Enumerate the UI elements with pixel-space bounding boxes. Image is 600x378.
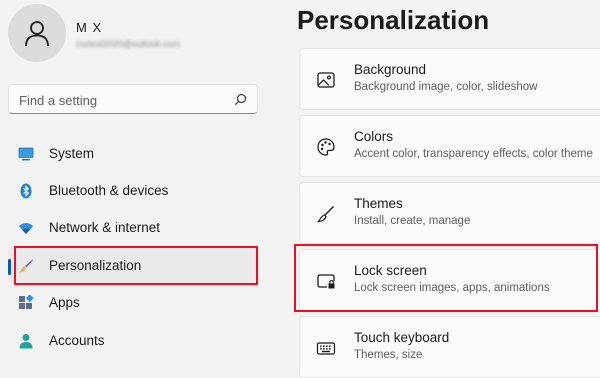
card-subtitle: Install, create, manage — [354, 215, 471, 227]
highlight-box — [14, 246, 258, 285]
card-subtitle: Background image, color, slideshow — [354, 81, 538, 93]
card-subtitle: Accent color, transparency effects, colo… — [354, 148, 593, 160]
selection-indicator — [8, 259, 11, 275]
sidebar-item-bluetooth[interactable]: Bluetooth & devices — [8, 173, 260, 209]
search-input[interactable]: Find a setting — [19, 93, 97, 108]
sidebar-item-label: Apps — [49, 295, 80, 310]
system-icon — [18, 147, 34, 161]
card-title: Themes — [354, 196, 403, 211]
bluetooth-icon — [20, 183, 32, 199]
sidebar-item-apps[interactable]: Apps — [8, 285, 260, 321]
search-box[interactable]: Find a setting — [8, 84, 258, 114]
sidebar-item-system[interactable]: System — [8, 136, 260, 172]
search-icon[interactable] — [234, 93, 247, 106]
sidebar-item-network[interactable]: Network & internet — [8, 210, 260, 246]
card-themes[interactable]: Themes Install, create, manage — [299, 182, 600, 244]
keyboard-icon — [316, 342, 336, 355]
card-title: Touch keyboard — [354, 330, 450, 345]
brush-outline-icon — [317, 206, 334, 223]
main-content: Personalization Background Background im… — [275, 0, 600, 378]
sidebar-item-accounts[interactable]: Accounts — [8, 323, 260, 359]
sidebar-item-label: Network & internet — [49, 220, 161, 235]
user-name: M X — [76, 20, 103, 35]
apps-icon — [19, 295, 34, 309]
sidebar-item-label: Bluetooth & devices — [49, 183, 169, 198]
card-title: Background — [354, 62, 427, 77]
person-icon — [25, 21, 49, 47]
sidebar-item-label: System — [49, 146, 95, 161]
sidebar: M X mxtest2020@outlook.com Find a settin… — [0, 0, 275, 370]
sidebar-item-label: Accounts — [49, 333, 105, 348]
highlight-box — [294, 244, 598, 312]
card-colors[interactable]: Colors Accent color, transparency effect… — [299, 115, 600, 177]
card-background[interactable]: Background Background image, color, slid… — [299, 48, 600, 110]
palette-icon — [317, 138, 335, 156]
card-touch-keyboard[interactable]: Touch keyboard Themes, size — [299, 316, 600, 378]
wifi-icon — [18, 223, 34, 234]
image-icon — [317, 72, 335, 88]
page-title: Personalization — [297, 5, 490, 35]
card-subtitle: Themes, size — [354, 349, 423, 361]
card-title: Colors — [354, 129, 394, 144]
user-email: mxtest2020@outlook.com — [76, 39, 181, 49]
avatar[interactable] — [8, 4, 66, 62]
person-icon — [19, 334, 33, 349]
